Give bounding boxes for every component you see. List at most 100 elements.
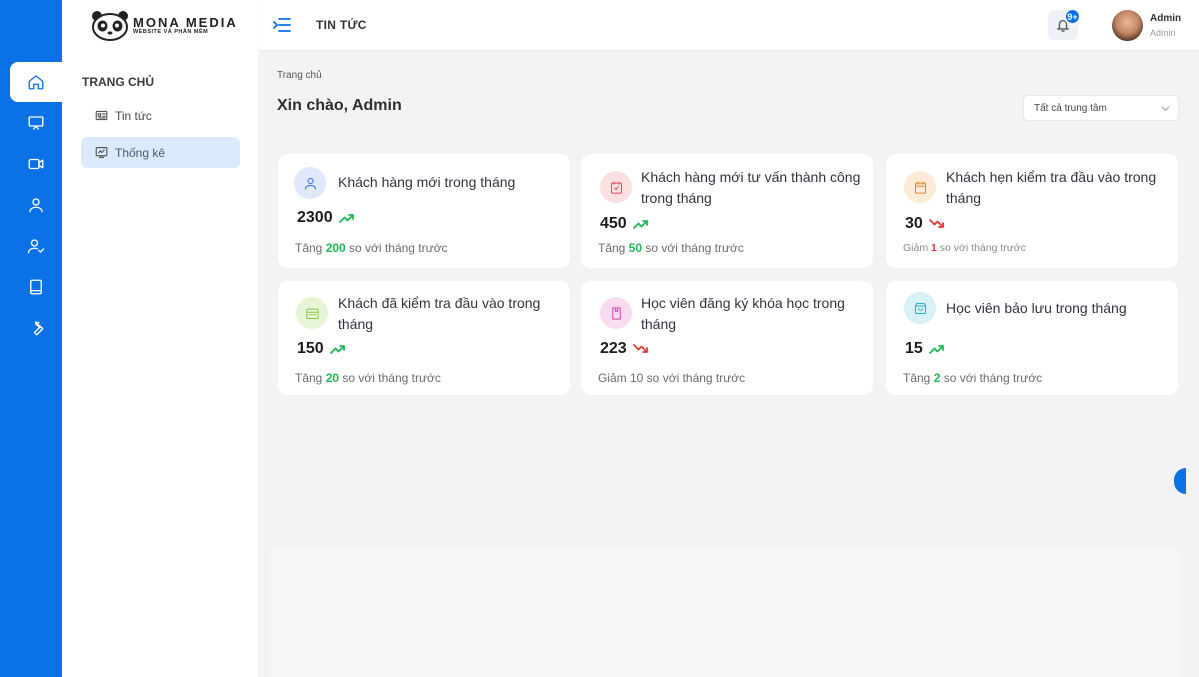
brand-title: MONA MEDIA (133, 15, 238, 30)
center-select-value: Tất cả trung tâm (1034, 102, 1107, 114)
icon-rail (0, 0, 62, 677)
foot-value: 20 (325, 371, 340, 385)
foot-suffix: so với tháng trước (936, 242, 1026, 254)
brand-logo[interactable]: MONA MEDIA WEBSITE VÀ PHẦN MỀM (90, 9, 238, 41)
floating-toggle-button[interactable] (1174, 468, 1186, 494)
card-value-number: 15 (905, 340, 923, 357)
trend-up-icon (632, 220, 648, 229)
trend-up-icon (928, 345, 944, 354)
card-icon-wrap (600, 297, 632, 329)
greeting-title: Xin chào, Admin (277, 97, 402, 114)
sidebar-item-news[interactable]: Tin tức (81, 100, 240, 131)
book-icon (30, 279, 42, 295)
card-title: Học viên đăng ký khóa học trong tháng (641, 295, 845, 332)
card-icon-wrap (600, 171, 632, 203)
sidebar-item-stats[interactable]: Thống kê (81, 137, 240, 168)
sidebar-section-title: TRANG CHỦ (82, 75, 154, 89)
rail-home-button[interactable] (10, 62, 62, 102)
rail-user-button[interactable] (10, 185, 62, 225)
news-icon (95, 110, 108, 121)
stat-card-tested-customers: Khách đã kiểm tra đầu vào trong tháng 15… (278, 281, 570, 395)
card-footnote: Giảm 1 so với tháng trước (903, 242, 1026, 254)
rail-book-button[interactable] (10, 267, 62, 307)
card-footnote: Tăng 200 so với tháng trước (295, 241, 448, 255)
chevron-down-icon (1161, 106, 1170, 112)
card-title: Học viên bảo lưu trong tháng (946, 300, 1127, 316)
trend-up-icon (338, 214, 354, 223)
card-value-number: 30 (905, 215, 923, 232)
sidebar: MONA MEDIA WEBSITE VÀ PHẦN MỀM TRANG CHỦ… (62, 0, 258, 677)
page-title: TIN TỨC (316, 18, 367, 32)
foot-prefix: Tăng (295, 241, 326, 255)
calendar-dots-icon (305, 308, 319, 319)
wrench-icon (33, 321, 44, 336)
home-icon (28, 75, 44, 90)
center-select[interactable]: Tất cả trung tâm (1023, 95, 1179, 121)
bookmark-icon (611, 306, 621, 320)
card-value: 450 (600, 215, 648, 233)
stat-card-consulted-customers: Khách hàng mới tư vấn thành công trong t… (581, 154, 873, 268)
archive-icon (914, 302, 926, 314)
avatar[interactable] (1112, 10, 1143, 41)
foot-suffix: so với tháng trước (345, 241, 448, 255)
card-title: Khách hàng mới tư vấn thành công trong t… (641, 169, 861, 206)
card-title: Khách đã kiểm tra đầu vào trong tháng (338, 295, 541, 332)
stats-icon (95, 147, 108, 158)
user-check-icon (27, 239, 45, 254)
foot-prefix: Giảm 10 so với tháng trước (598, 371, 746, 385)
presentation-icon (28, 116, 44, 130)
trend-up-icon (329, 345, 345, 354)
foot-value: 50 (628, 241, 643, 255)
calendar-icon (914, 180, 926, 194)
breadcrumb[interactable]: Trang chủ (277, 70, 322, 81)
foot-suffix: so với tháng trước (642, 241, 744, 255)
user-name[interactable]: Admin (1150, 13, 1181, 24)
video-icon (28, 158, 44, 170)
foot-prefix: Giảm (903, 242, 932, 254)
trend-down-icon (632, 344, 648, 353)
card-icon-wrap (904, 292, 936, 324)
foot-prefix: Tăng (295, 371, 326, 385)
foot-value: 200 (325, 241, 346, 255)
foot-suffix: so với tháng trước (339, 371, 441, 385)
stat-card-new-customers: Khách hàng mới trong tháng 2300 Tăng 200… (278, 154, 570, 268)
card-value-number: 223 (600, 340, 627, 357)
menu-collapse-icon (273, 18, 291, 32)
card-value: 2300 (297, 209, 354, 227)
stat-card-reserved-students: Học viên bảo lưu trong tháng 15 Tăng 2 s… (886, 281, 1178, 395)
card-icon-wrap (904, 171, 936, 203)
top-header: TIN TỨC 9+ Admin Admin (258, 0, 1199, 50)
sidebar-item-label: Tin tức (115, 108, 152, 123)
stat-card-course-registrations: Học viên đăng ký khóa học trong tháng 22… (581, 281, 873, 395)
card-footnote: Tăng 2 so với tháng trước (903, 371, 1042, 385)
foot-prefix: Tăng (903, 371, 934, 385)
stat-card-appointments: Khách hẹn kiểm tra đầu vào trong tháng 3… (886, 154, 1178, 268)
card-value: 30 (905, 215, 944, 233)
notification-badge: 9+ (1064, 8, 1081, 25)
user-icon (304, 177, 316, 190)
content-panel (270, 548, 1180, 677)
card-value: 150 (297, 340, 345, 358)
card-value: 223 (600, 340, 648, 358)
trend-down-icon (928, 219, 944, 228)
user-role: Admin (1150, 28, 1176, 38)
card-value: 15 (905, 340, 944, 358)
calendar-check-icon (610, 180, 622, 194)
card-value-number: 2300 (297, 209, 333, 226)
card-value-number: 450 (600, 215, 627, 232)
card-title: Khách hàng mới trong tháng (338, 174, 516, 190)
user-icon (29, 198, 43, 213)
rail-presentation-button[interactable] (10, 103, 62, 143)
card-footnote: Tăng 20 so với tháng trước (295, 371, 441, 385)
rail-wrench-button[interactable] (10, 308, 62, 348)
card-footnote: Tăng 50 so với tháng trước (598, 241, 744, 255)
card-title: Khách hẹn kiểm tra đầu vào trong tháng (946, 169, 1157, 206)
foot-suffix: so với tháng trước (940, 371, 1043, 385)
card-icon-wrap (296, 297, 328, 329)
rail-video-button[interactable] (10, 144, 62, 184)
card-icon-wrap (294, 167, 326, 199)
card-footnote: Giảm 10 so với tháng trước (598, 371, 745, 385)
card-value-number: 150 (297, 340, 324, 357)
rail-user-check-button[interactable] (10, 226, 62, 266)
menu-toggle-button[interactable] (273, 17, 291, 33)
